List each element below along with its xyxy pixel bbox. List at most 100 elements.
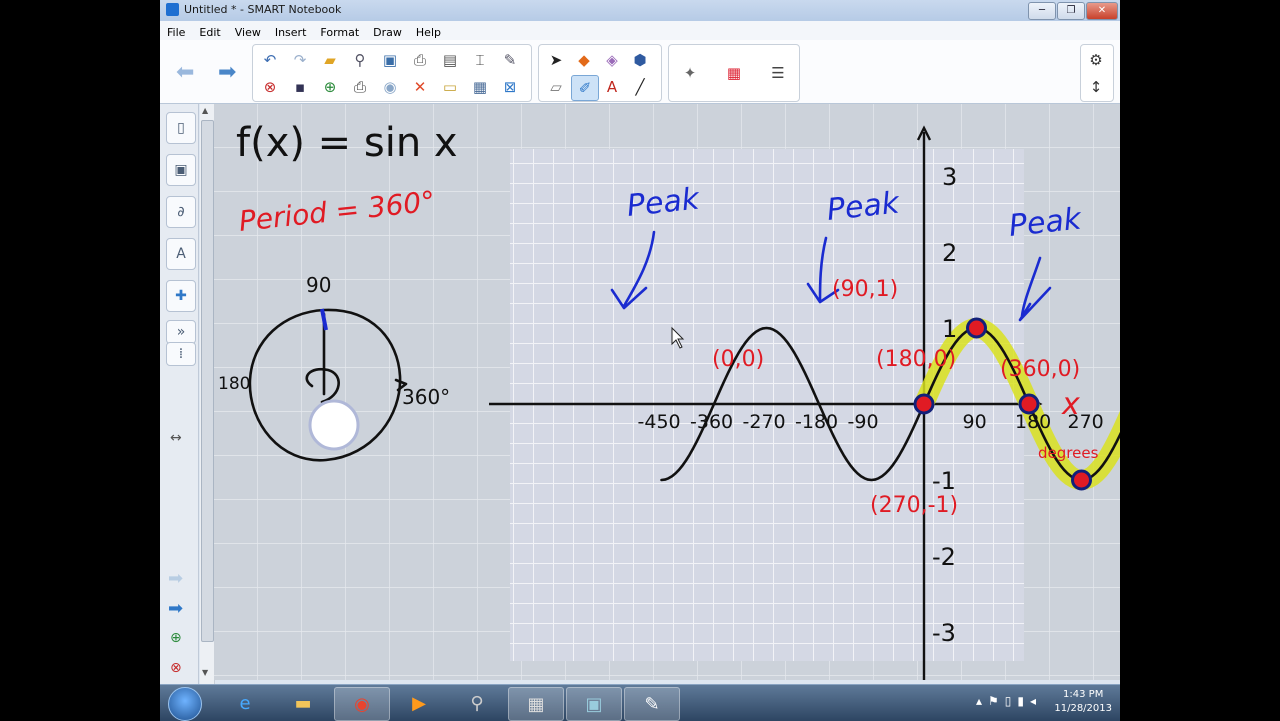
- menu-file[interactable]: File: [160, 24, 192, 39]
- menu-help[interactable]: Help: [409, 24, 448, 39]
- back-arrow-icon[interactable]: ⬅: [176, 60, 194, 85]
- line-style-icon[interactable]: ☰: [765, 61, 791, 85]
- auto-hide-icon[interactable]: »: [166, 320, 196, 344]
- capture-icon[interactable]: ⎙: [407, 48, 433, 72]
- line-icon[interactable]: ╱: [627, 75, 653, 99]
- screen-shade-2-icon[interactable]: ▭: [437, 75, 463, 99]
- color-palette-icon[interactable]: ▦: [721, 61, 747, 85]
- clock-date: 11/28/2013: [1054, 703, 1112, 714]
- delete-icon[interactable]: ✕: [407, 75, 433, 99]
- point-label-90-1: (90,1): [832, 277, 898, 302]
- x-axis-note: x: [1061, 387, 1080, 422]
- menu-view[interactable]: View: [228, 24, 268, 39]
- grid-table-icon[interactable]: ▦: [467, 75, 493, 99]
- delete-page-icon[interactable]: ⊗: [257, 75, 283, 99]
- save-icon[interactable]: ▪: [287, 75, 313, 99]
- heading-function: f(x) = sin x: [236, 120, 458, 166]
- gallery-icon[interactable]: ▤: [437, 48, 463, 72]
- page-sorter-icon[interactable]: ▯: [166, 112, 196, 144]
- key-point-marker: [966, 317, 987, 339]
- magic-pen-icon[interactable]: ✎: [497, 48, 523, 72]
- vertical-scrollbar[interactable]: ▲ ▼: [200, 104, 215, 684]
- add-page-side-icon[interactable]: ⊕: [170, 630, 182, 646]
- maximize-button[interactable]: ❐: [1057, 2, 1085, 20]
- point-label-360-0: (360,0): [1000, 357, 1080, 382]
- pen-icon[interactable]: ✐: [571, 75, 599, 101]
- scroll-down-icon[interactable]: ▼: [202, 668, 208, 677]
- y-tick-label: -3: [932, 619, 956, 647]
- side-tab-bar: ▯ ▣ ∂ A ✚ » ⁞ ↔ ➡ ➡ ⊕ ⊗: [160, 104, 199, 684]
- magic-wand-icon[interactable]: ✦: [677, 61, 703, 85]
- x-tick-label: -270: [743, 411, 786, 433]
- window-title: Untitled * - SMART Notebook: [184, 3, 342, 16]
- minimize-button[interactable]: ─: [1028, 2, 1056, 20]
- circle-label-90: 90: [306, 273, 331, 297]
- usb-icon[interactable]: ⚲: [450, 687, 504, 719]
- key-point-marker: [913, 393, 935, 415]
- circle-label-360: 360°: [402, 385, 450, 409]
- delete-page-side-icon[interactable]: ⊗: [170, 660, 182, 676]
- app-icon: [166, 3, 179, 16]
- shapes-icon[interactable]: ◆: [571, 48, 597, 72]
- y-tick-label: -2: [932, 543, 956, 571]
- next-page-icon[interactable]: ➡: [168, 598, 183, 619]
- scroll-thumb[interactable]: [201, 120, 214, 642]
- clock[interactable]: 1:43 PM 11/28/2013: [1054, 688, 1112, 716]
- system-tray: ▴⚑▯▮◂: [975, 694, 1042, 708]
- eraser-icon[interactable]: ◈: [599, 48, 625, 72]
- undo-icon[interactable]: ↶: [257, 48, 283, 72]
- menu-draw[interactable]: Draw: [366, 24, 409, 39]
- properties-icon[interactable]: A: [166, 238, 196, 270]
- table-icon[interactable]: ⌶: [467, 48, 493, 72]
- toolbar: ⬅ ➡ ↶ ↷ ▰ ⚲ ▣ ⎙ ▤ ⌶ ✎ ⊗ ▪ ⊕ ⎙ ◉ ✕ ▭ ▦ ⊠ …: [160, 40, 1120, 104]
- toolbar-group-tools: ➤ ◆ ◈ ⬢ ▱ ✐ A ╱: [538, 44, 662, 102]
- toolbar-position-icon[interactable]: ↕: [1083, 75, 1109, 99]
- chrome-icon[interactable]: ◉: [334, 687, 390, 721]
- print-icon[interactable]: ⎙: [347, 75, 373, 99]
- menu-bar: File Edit View Insert Format Draw Help: [160, 21, 1120, 41]
- grip-icon[interactable]: ⁞: [166, 342, 196, 366]
- close-button[interactable]: ✕: [1086, 2, 1118, 20]
- open-folder-icon[interactable]: ▰: [317, 48, 343, 72]
- key-point-marker: [1018, 393, 1040, 415]
- doc-camera-icon[interactable]: ⚲: [347, 48, 373, 72]
- calculator-icon[interactable]: ▦: [508, 687, 564, 721]
- menu-insert[interactable]: Insert: [268, 24, 314, 39]
- folder-icon[interactable]: ▬: [276, 687, 330, 719]
- attachments-icon[interactable]: ∂: [166, 196, 196, 228]
- resize-arrows-icon[interactable]: ↔: [170, 430, 182, 446]
- scroll-up-icon[interactable]: ▲: [202, 106, 208, 115]
- media-player-icon[interactable]: ▶: [392, 687, 446, 719]
- toolbar-group-properties: ✦ ▦ ☰: [668, 44, 800, 102]
- add-page-icon[interactable]: ⊕: [317, 75, 343, 99]
- x-tick-label: -450: [638, 411, 681, 433]
- x-axis-unit: degrees: [1038, 444, 1099, 462]
- spotlight-icon[interactable]: ◉: [377, 75, 403, 99]
- x-tick-label: 180: [1015, 411, 1051, 433]
- y-tick-label: 2: [942, 239, 957, 267]
- menu-edit[interactable]: Edit: [192, 24, 227, 39]
- x-tick-label: -360: [690, 411, 733, 433]
- menu-format[interactable]: Format: [313, 24, 366, 39]
- forward-arrow-icon[interactable]: ➡: [218, 60, 236, 85]
- network-icon[interactable]: ▣: [566, 687, 622, 721]
- redo-icon[interactable]: ↷: [287, 48, 313, 72]
- toolbar-group-settings: ⚙ ↕: [1080, 44, 1114, 102]
- previous-page-icon[interactable]: ➡: [168, 568, 183, 589]
- gear-icon[interactable]: ⚙: [1083, 48, 1109, 72]
- select-pointer-icon[interactable]: ➤: [543, 48, 569, 72]
- eraser-2-icon[interactable]: ▱: [543, 75, 569, 99]
- x-tick-label: -90: [848, 411, 879, 433]
- start-button[interactable]: [168, 687, 202, 721]
- screen-shade-icon[interactable]: ▣: [377, 48, 403, 72]
- gallery-tab-icon[interactable]: ▣: [166, 154, 196, 186]
- clock-time: 1:43 PM: [1063, 689, 1104, 700]
- internet-explorer-icon[interactable]: e: [218, 687, 272, 719]
- smart-notebook-icon[interactable]: ✎: [624, 687, 680, 721]
- fill-icon[interactable]: ⬢: [627, 48, 653, 72]
- canvas-drawing: f(x) = sin x Period = 360° 90 180 360° -…: [214, 104, 1120, 680]
- addons-icon[interactable]: ✚: [166, 280, 196, 312]
- whiteboard-canvas[interactable]: f(x) = sin x Period = 360° 90 180 360° -…: [214, 104, 1120, 680]
- text-icon[interactable]: A: [599, 75, 625, 99]
- fullscreen-icon[interactable]: ⊠: [497, 75, 523, 99]
